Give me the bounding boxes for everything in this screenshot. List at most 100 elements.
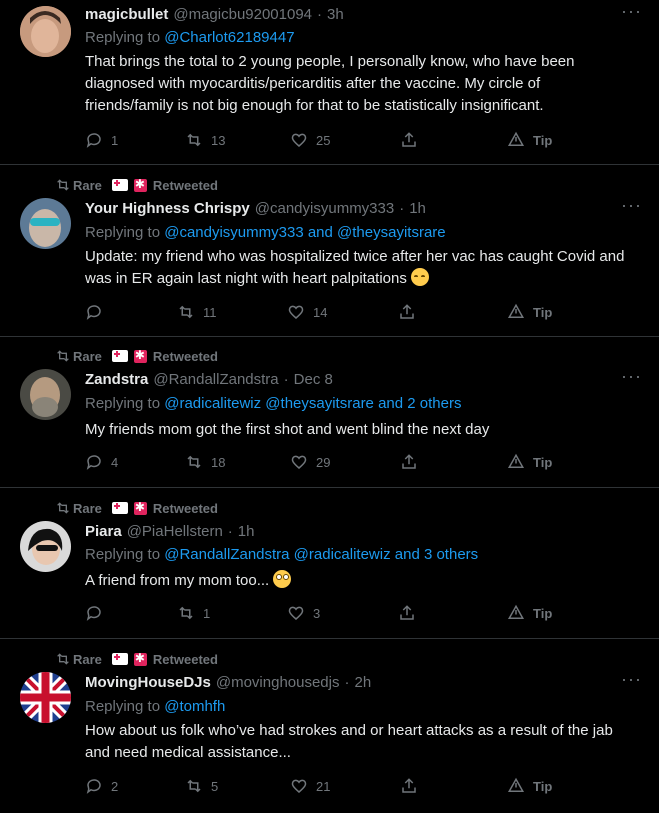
ambulance-icon — [111, 502, 128, 514]
replying-to-label: Replying to — [85, 546, 161, 563]
like-count: 25 — [316, 132, 331, 148]
author-name[interactable]: Zandstra — [85, 371, 148, 388]
author-handle[interactable]: @PiaHellstern — [127, 523, 223, 540]
share-icon — [400, 605, 414, 620]
siren-icon — [133, 500, 147, 515]
author-name[interactable]: Piara — [85, 523, 122, 540]
retweet-context: Rare Retweeted — [55, 176, 218, 194]
retweet-button[interactable]: 18 — [185, 453, 225, 471]
retweet-button[interactable]: 1 — [177, 604, 210, 622]
share-button[interactable] — [398, 303, 416, 321]
author-handle[interactable]: @candyisyummy333 — [255, 200, 394, 217]
like-button[interactable]: 3 — [287, 604, 320, 622]
author-name[interactable]: Your Highness Chrispy — [85, 200, 250, 217]
retweeted-label: Retweeted — [152, 348, 218, 364]
replying-to-link[interactable]: @candyisyummy333 and @theysayitsrare — [164, 224, 445, 241]
retweeter-name[interactable]: Rare — [73, 652, 102, 667]
replying-to-link[interactable]: @Charlot62189447 — [164, 29, 294, 46]
reply-button[interactable]: 1 — [85, 131, 118, 149]
tip-button[interactable]: Tip — [507, 131, 552, 149]
retweet-icon — [57, 502, 69, 514]
tweet-header: Zandstra @RandallZandstra · Dec 8 — [85, 371, 619, 391]
tweet-header: magicbullet @magicbu92001094 · 3h — [85, 6, 619, 26]
avatar[interactable] — [20, 198, 71, 249]
author-handle[interactable]: @movinghousedjs — [216, 674, 340, 691]
retweeter-name[interactable]: Rare — [73, 178, 102, 193]
tweet-text: My friends mom got the first shot and we… — [85, 421, 490, 438]
tweet-actions: 1 13 25 Tip — [85, 131, 625, 155]
tip-label: Tip — [533, 132, 553, 148]
replying-to-link[interactable]: @radicalitewiz @theysayitsrare and 2 oth… — [164, 395, 461, 412]
avatar[interactable] — [20, 521, 71, 572]
reply-count: 1 — [111, 132, 119, 148]
like-button[interactable]: 14 — [287, 303, 327, 321]
replying-to: Replying to @RandallZandstra @radicalite… — [85, 546, 639, 563]
share-icon — [402, 132, 416, 147]
tweet-text: Update: my friend who was hospitalized t… — [85, 246, 625, 290]
avatar[interactable] — [20, 6, 71, 57]
retweeted-label: Retweeted — [152, 651, 218, 667]
more-icon[interactable]: ··· — [621, 670, 641, 694]
more-icon[interactable]: ··· — [621, 367, 641, 391]
retweet-icon — [179, 606, 193, 620]
retweet-button[interactable]: 13 — [185, 131, 225, 149]
reply-button[interactable]: 2 — [85, 777, 118, 795]
tip-button[interactable]: Tip — [507, 777, 552, 795]
heart-icon — [291, 455, 307, 469]
more-icon[interactable]: ··· — [621, 196, 641, 220]
heart-icon — [288, 606, 304, 620]
timestamp[interactable]: 1h — [238, 523, 255, 540]
retweet-button[interactable]: 5 — [185, 777, 218, 795]
reply-icon — [86, 305, 101, 320]
author-handle[interactable]: @magicbu92001094 — [173, 6, 312, 23]
tweet[interactable]: Rare Retweeted Your Highness Chrispy @ca… — [0, 165, 659, 337]
retweet-button[interactable]: 11 — [177, 303, 217, 321]
retweet-count: 1 — [203, 605, 211, 621]
timestamp[interactable]: 2h — [355, 674, 372, 691]
tip-icon — [507, 453, 525, 468]
author-name[interactable]: MovingHouseDJs — [85, 674, 211, 691]
reply-button[interactable] — [85, 303, 111, 321]
tip-button[interactable]: Tip — [507, 453, 552, 471]
retweet-count: 13 — [211, 132, 226, 148]
timestamp[interactable]: 3h — [327, 6, 344, 23]
retweet-context: Rare Retweeted — [55, 650, 218, 668]
reply-icon — [86, 455, 101, 470]
tweet[interactable]: Rare Retweeted Zandstra @RandallZandstra… — [0, 337, 659, 488]
tweet[interactable]: magicbullet @magicbu92001094 · 3h ··· Re… — [0, 0, 659, 165]
more-icon[interactable]: ··· — [621, 2, 641, 26]
like-button[interactable]: 29 — [290, 453, 330, 471]
tip-label: Tip — [533, 454, 553, 470]
like-button[interactable]: 25 — [290, 131, 330, 149]
separator: · — [344, 674, 350, 691]
timestamp[interactable]: Dec 8 — [294, 371, 333, 388]
timestamp[interactable]: 1h — [409, 200, 426, 217]
siren-icon — [133, 177, 147, 192]
heart-icon — [291, 779, 307, 793]
share-button[interactable] — [400, 453, 418, 471]
avatar[interactable] — [20, 369, 71, 420]
tweet[interactable]: Rare Retweeted MovingHouseDJs @movinghou… — [0, 639, 659, 813]
like-button[interactable]: 21 — [290, 777, 330, 795]
reply-button[interactable] — [85, 604, 111, 622]
flushed-face-icon — [273, 570, 292, 588]
replying-to-link[interactable]: @tomhfh — [164, 698, 225, 715]
retweeter-name[interactable]: Rare — [73, 501, 102, 516]
retweeter-name[interactable]: Rare — [73, 349, 102, 364]
tip-button[interactable]: Tip — [507, 303, 552, 321]
tip-button[interactable]: Tip — [507, 604, 552, 622]
tweet[interactable]: Rare Retweeted Piara @PiaHellstern · 1h … — [0, 488, 659, 639]
author-handle[interactable]: @RandallZandstra — [153, 371, 278, 388]
avatar[interactable] — [20, 672, 71, 723]
tweet-actions: 2 5 21 Tip — [85, 777, 625, 801]
replying-to-link[interactable]: @RandallZandstra @radicalitewiz and 3 ot… — [164, 546, 478, 563]
author-name[interactable]: magicbullet — [85, 6, 168, 23]
tip-icon — [507, 131, 525, 146]
heart-icon — [291, 133, 307, 147]
retweet-icon — [187, 779, 201, 793]
reply-button[interactable]: 4 — [85, 453, 118, 471]
retweet-count: 18 — [211, 454, 226, 470]
share-button[interactable] — [400, 131, 418, 149]
share-button[interactable] — [398, 604, 416, 622]
share-button[interactable] — [400, 777, 418, 795]
